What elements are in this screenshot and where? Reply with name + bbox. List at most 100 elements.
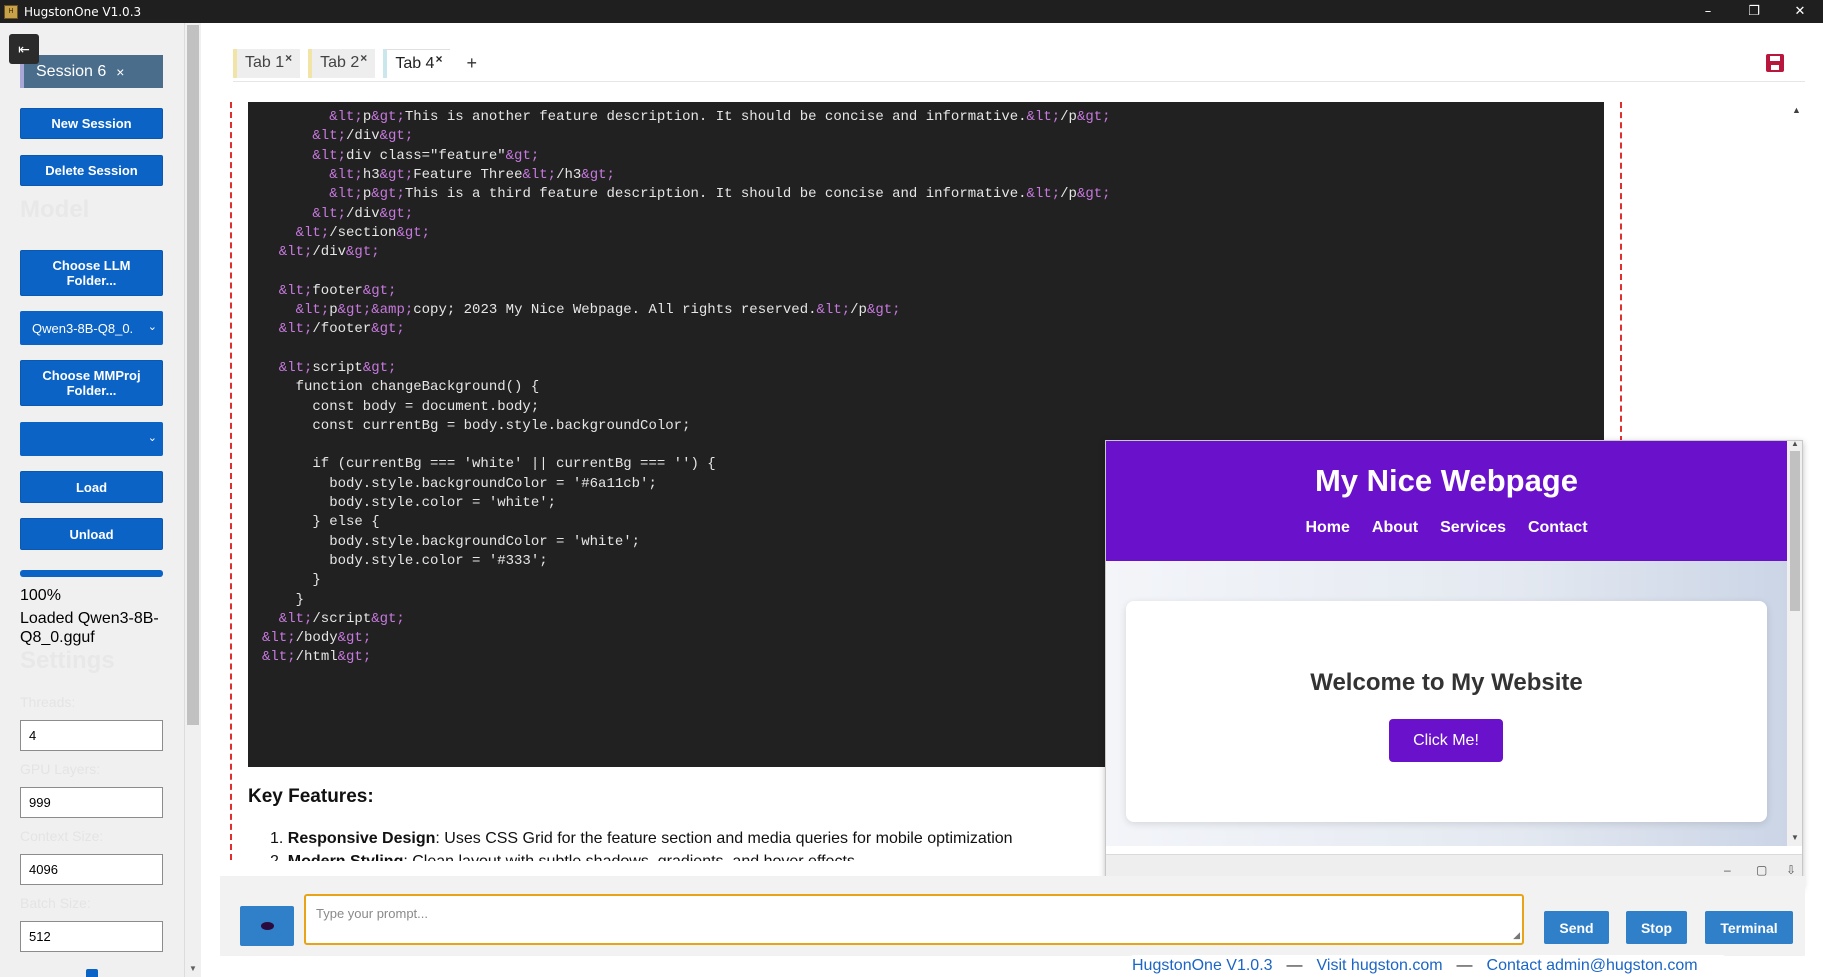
microphone-button[interactable] bbox=[240, 906, 294, 946]
preview-scroll-thumb[interactable] bbox=[1790, 451, 1800, 611]
code-text: /html bbox=[295, 649, 338, 666]
code-entity: &lt; bbox=[312, 147, 347, 164]
code-entity: &lt; bbox=[329, 186, 363, 203]
footer-site-link[interactable]: Visit hugston.com bbox=[1317, 957, 1443, 975]
preview-maximize-icon[interactable]: ▢ bbox=[1756, 863, 1767, 877]
batch-size-label: Batch Size: bbox=[20, 895, 91, 911]
session-chip[interactable]: Session 6 × bbox=[20, 55, 163, 88]
add-tab-icon[interactable]: + bbox=[466, 53, 477, 74]
delete-session-button[interactable]: Delete Session bbox=[20, 155, 163, 186]
sidebar-scrollbar[interactable]: ▼ bbox=[184, 23, 201, 977]
footer-version-link[interactable]: HugstonOne V1.0.3 bbox=[1132, 957, 1273, 975]
footer-contact-link[interactable]: Contact admin@hugston.com bbox=[1487, 957, 1698, 975]
code-entity: &lt; bbox=[278, 359, 313, 376]
tab-label: Tab 2 bbox=[320, 54, 360, 71]
prompt-input[interactable]: Type your prompt... ◢ bbox=[304, 894, 1524, 945]
settings-checkbox[interactable] bbox=[86, 969, 98, 977]
code-text: div class="feature" bbox=[346, 147, 506, 164]
preview-site-body: Welcome to My Website Click Me! bbox=[1106, 561, 1787, 846]
code-text: script bbox=[312, 359, 363, 376]
minimize-icon[interactable]: – bbox=[1685, 0, 1731, 23]
choose-llm-folder-button[interactable]: Choose LLM Folder... bbox=[20, 250, 163, 296]
code-text: } bbox=[278, 591, 305, 608]
app-logo-icon: H bbox=[4, 4, 18, 19]
model-select[interactable]: Qwen3-8B-Q8_0. ⌄ bbox=[20, 311, 163, 345]
code-text: body.style.color = '#333'; bbox=[278, 552, 548, 569]
code-entity: &lt; bbox=[278, 244, 313, 261]
tab-close-icon[interactable]: × bbox=[285, 51, 292, 65]
preview-nav-home[interactable]: Home bbox=[1305, 519, 1349, 537]
title-bar: H HugstonOne V1.0.3 – ❐ ✕ bbox=[0, 0, 1823, 23]
tab-1[interactable]: Tab 1 × bbox=[233, 48, 301, 78]
code-line: const currentBg = body.style.backgroundC… bbox=[279, 418, 690, 440]
preview-window[interactable]: My Nice Webpage Home About Services Cont… bbox=[1105, 440, 1803, 887]
close-icon[interactable]: ✕ bbox=[1777, 0, 1823, 23]
terminal-button[interactable]: Terminal bbox=[1705, 911, 1793, 944]
code-entity: &lt; bbox=[1026, 109, 1061, 125]
code-entity: &lt; bbox=[329, 166, 363, 183]
tab-2[interactable]: Tab 2 × bbox=[308, 48, 376, 78]
preview-dock-icon[interactable]: ⇩ bbox=[1786, 863, 1796, 877]
code-line: &lt;/footer&gt; bbox=[279, 321, 405, 343]
restore-icon[interactable]: ❐ bbox=[1731, 0, 1777, 23]
threads-field[interactable]: 4 bbox=[20, 720, 163, 751]
preview-nav-contact[interactable]: Contact bbox=[1528, 519, 1588, 537]
tab-4[interactable]: Tab 4 × bbox=[383, 48, 451, 78]
preview-nav: Home About Services Contact bbox=[1106, 519, 1787, 537]
code-text: /h3 bbox=[556, 166, 582, 183]
context-size-field[interactable]: 4096 bbox=[20, 854, 163, 885]
batch-size-field[interactable]: 512 bbox=[20, 921, 163, 952]
footer: HugstonOne V1.0.3 — Visit hugston.com — … bbox=[1132, 955, 1724, 977]
scroll-up-icon[interactable]: ▲ bbox=[1792, 105, 1801, 115]
tab-close-icon[interactable]: × bbox=[435, 52, 442, 66]
code-text: if (currentBg === 'white' || currentBg =… bbox=[278, 456, 716, 473]
choose-mmproj-folder-button[interactable]: Choose MMProj Folder... bbox=[20, 360, 163, 406]
preview-welcome-heading: Welcome to My Website bbox=[1310, 669, 1583, 696]
code-text: body.style.backgroundColor = '#6a11cb'; bbox=[278, 475, 657, 492]
session-close-icon[interactable]: × bbox=[116, 64, 124, 80]
scroll-down-icon[interactable]: ▼ bbox=[189, 964, 197, 973]
feature-list-item: 2. Modern Styling: Clean layout with sub… bbox=[270, 853, 855, 861]
load-button[interactable]: Load bbox=[20, 471, 163, 503]
chevron-down-icon: ⌄ bbox=[147, 432, 157, 444]
send-button[interactable]: Send bbox=[1544, 911, 1609, 944]
preview-minimize-icon[interactable]: – bbox=[1724, 863, 1731, 877]
collapse-sidebar-icon[interactable]: ⇤ bbox=[9, 34, 39, 64]
code-entity: &lt; bbox=[295, 224, 330, 241]
window-title: HugstonOne V1.0.3 bbox=[24, 4, 142, 19]
code-text: /p bbox=[850, 302, 867, 318]
code-text: This is another feature description. It … bbox=[404, 109, 1027, 125]
gpu-layers-label: GPU Layers: bbox=[20, 761, 101, 777]
save-icon[interactable] bbox=[1766, 54, 1784, 72]
code-entity: &lt; bbox=[295, 302, 330, 318]
code-line: &lt;/html&gt; bbox=[262, 649, 371, 671]
footer-separator: — bbox=[1286, 957, 1303, 974]
session-chip-label: Session 6 bbox=[36, 62, 107, 80]
preview-scrollbar[interactable]: ▲ ▼ bbox=[1787, 441, 1802, 846]
gpu-layers-field[interactable]: 999 bbox=[20, 787, 163, 818]
sidebar-scroll-thumb[interactable] bbox=[187, 25, 199, 725]
mmproj-select[interactable]: ⌄ bbox=[20, 422, 163, 456]
stop-button[interactable]: Stop bbox=[1626, 911, 1687, 944]
code-text: p bbox=[362, 186, 372, 203]
unload-button[interactable]: Unload bbox=[20, 518, 163, 550]
preview-click-me-button[interactable]: Click Me! bbox=[1389, 719, 1503, 762]
code-entity: &lt; bbox=[278, 282, 313, 299]
code-text: p bbox=[329, 302, 338, 318]
resize-handle-icon[interactable]: ◢ bbox=[1513, 930, 1520, 941]
scroll-down-icon[interactable]: ▼ bbox=[1791, 833, 1799, 842]
code-entity: &gt; bbox=[371, 186, 405, 203]
tab-close-icon[interactable]: × bbox=[360, 51, 367, 65]
tab-divider bbox=[233, 81, 1805, 82]
preview-nav-about[interactable]: About bbox=[1372, 519, 1418, 537]
preview-nav-services[interactable]: Services bbox=[1440, 519, 1506, 537]
context-size-label: Context Size: bbox=[20, 828, 104, 844]
code-entity: &gt; bbox=[362, 359, 397, 376]
message-border-left bbox=[230, 102, 232, 860]
code-entity: &lt; bbox=[278, 321, 313, 338]
code-entity: &gt; bbox=[371, 610, 405, 627]
scroll-up-icon[interactable]: ▲ bbox=[1791, 441, 1799, 448]
new-session-button[interactable]: New Session bbox=[20, 108, 163, 139]
code-text: function changeBackground() { bbox=[278, 379, 540, 396]
code-text: body.style.backgroundColor = 'white'; bbox=[278, 533, 641, 550]
